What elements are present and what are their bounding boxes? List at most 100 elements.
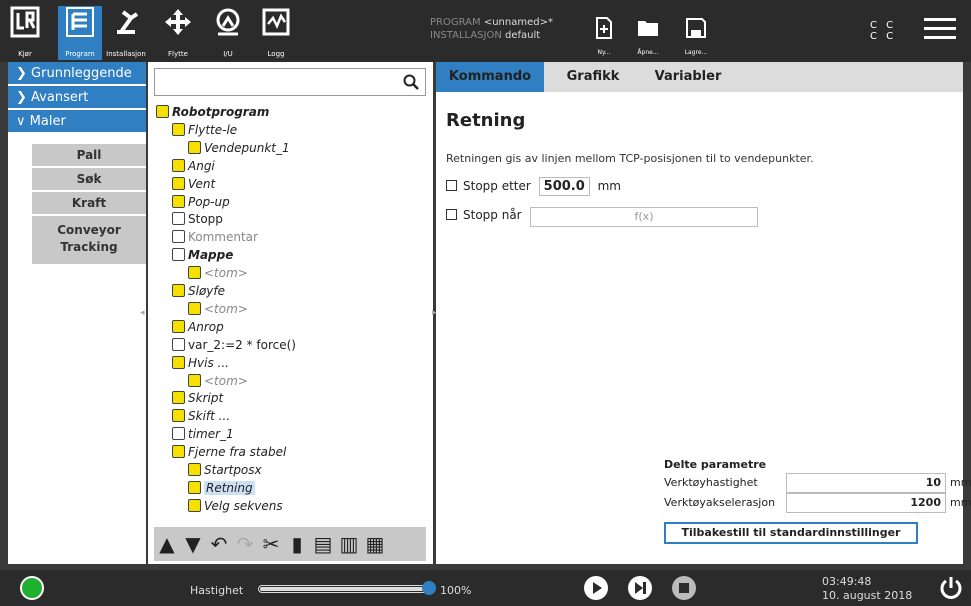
popup-icon (172, 194, 185, 208)
paste-icon[interactable]: ▤ (310, 529, 336, 559)
stop-button[interactable] (672, 576, 696, 600)
stop-after-unit: mm (597, 179, 621, 193)
open-button-label: Åpne... (637, 49, 659, 56)
stop-when-row: Stopp når (446, 208, 522, 222)
tool-speed-field[interactable]: 10 (786, 473, 946, 493)
clock-time: 03:49:48 (822, 575, 872, 588)
tree-node[interactable]: Startposx (188, 462, 262, 479)
tree-node-label: Anrop (188, 319, 224, 334)
header-bar: Kjør Program Installasjon Flytte I/U Log… (0, 0, 971, 62)
tree-node[interactable]: Pop-up (172, 194, 230, 211)
stop-when-checkbox[interactable] (446, 209, 457, 220)
new-button[interactable]: Ny... (584, 16, 624, 60)
hamburger-menu-icon[interactable] (924, 18, 956, 45)
program-node-sidebar: ❯ Grunnleggende ❯ Avansert ∨ Maler Pall … (8, 62, 146, 564)
copy-icon[interactable]: ▮ (284, 529, 310, 559)
nav-move[interactable]: Flytte (158, 6, 198, 60)
power-status-button[interactable] (20, 576, 44, 600)
tree-node[interactable]: Fjerne fra stabel (172, 444, 286, 461)
tree-node[interactable]: Sløyfe (172, 283, 225, 300)
open-button[interactable]: Åpne... (628, 16, 668, 60)
cut-icon[interactable]: ✂ (258, 529, 284, 559)
step-button[interactable] (628, 576, 652, 600)
save-button[interactable]: Lagre... (676, 16, 716, 60)
tree-node-label: Skift ... (188, 409, 231, 424)
move-up-icon[interactable]: ▲ (154, 529, 180, 559)
tree-node[interactable]: Vent (172, 176, 215, 193)
tree-node-label: <tom> (204, 266, 248, 281)
search-icon[interactable] (403, 74, 419, 90)
stop-when-label: Stopp når (463, 208, 522, 222)
move-down-icon[interactable]: ▼ (180, 529, 206, 559)
tool-acceleration-unit: mm/s² (950, 496, 971, 509)
chevron-down-icon: ∨ (16, 114, 26, 129)
assignment-icon (172, 337, 185, 351)
tab-variables[interactable]: Variabler (638, 62, 738, 92)
tree-node[interactable]: Retning (188, 480, 255, 497)
loop-icon (172, 284, 185, 297)
open-folder-icon (638, 21, 658, 36)
tree-node[interactable]: <tom> (188, 373, 248, 390)
tree-node[interactable]: Kommentar (172, 229, 258, 246)
template-conveyor-tracking[interactable]: Conveyor Tracking (32, 216, 146, 264)
category-basic[interactable]: ❯ Grunnleggende (8, 62, 146, 86)
template-force[interactable]: Kraft (32, 192, 146, 214)
tree-node[interactable]: Anrop (172, 319, 224, 336)
nav-installation[interactable]: Installasjon (104, 6, 148, 60)
tree-node[interactable]: Hvis ... (172, 355, 229, 372)
empty-icon (188, 266, 201, 280)
tree-node[interactable]: Skift ... (172, 408, 230, 425)
suppress-icon[interactable]: ▦ (362, 529, 388, 559)
tree-node-label: Angi (188, 158, 215, 173)
tree-node[interactable]: timer_1 (172, 426, 234, 443)
tree-node[interactable]: Mappe (172, 247, 233, 264)
tree-node-label: Flytte-le (188, 122, 238, 137)
redo-icon[interactable]: ↷ (232, 529, 258, 559)
speed-slider-knob[interactable] (422, 581, 436, 595)
tree-node[interactable]: Velg sekvens (188, 498, 283, 515)
category-templates[interactable]: ∨ Maler (8, 110, 146, 134)
tree-node[interactable]: <tom> (188, 301, 248, 318)
tree-node[interactable]: var_2:=2 * force() (172, 337, 296, 354)
template-search[interactable]: Søk (32, 168, 146, 190)
tree-node[interactable]: Flytte-le (172, 122, 237, 139)
tree-node-label: Retning (204, 480, 255, 495)
tree-node-label: Pop-up (188, 194, 230, 209)
tree-node[interactable]: Vendepunkt_1 (188, 140, 290, 157)
move-icon (165, 9, 191, 35)
nav-io[interactable]: I/U (208, 6, 248, 60)
tree-search-input[interactable] (154, 68, 426, 96)
tree-node[interactable]: Angi (172, 158, 215, 175)
speed-slider[interactable] (258, 585, 430, 593)
nav-log[interactable]: Logg (256, 6, 296, 60)
delete-icon[interactable]: ▥ (336, 529, 362, 559)
set-icon (172, 158, 185, 172)
speed-label: Hastighet (190, 584, 244, 597)
save-icon (686, 18, 706, 38)
category-advanced[interactable]: ❯ Avansert (8, 86, 146, 110)
tree-node[interactable]: <tom> (188, 265, 248, 282)
tool-speed-unit: mm/s (950, 476, 971, 489)
tree-node[interactable]: Robotprogram (156, 104, 269, 121)
script-icon (172, 391, 185, 405)
tree-node[interactable]: Stopp (172, 211, 223, 228)
tree-node-label: Startposx (204, 463, 262, 477)
stop-when-expression-field[interactable]: f(x) (530, 207, 758, 227)
nav-run[interactable]: Kjør (6, 6, 44, 60)
tab-command[interactable]: Kommando (436, 62, 544, 92)
chevron-right-icon: ❯ (16, 90, 27, 105)
tab-graphics[interactable]: Grafikk (548, 62, 638, 92)
template-pallet[interactable]: Pall (32, 144, 146, 166)
stop-after-checkbox[interactable] (446, 180, 457, 191)
play-button[interactable] (584, 576, 608, 600)
undo-icon[interactable]: ↶ (206, 529, 232, 559)
power-off-icon[interactable] (938, 575, 964, 601)
collapse-left-handle[interactable]: ◂ (140, 308, 145, 318)
tree-node[interactable]: Skript (172, 390, 223, 407)
reset-defaults-button[interactable]: Tilbakestill til standardinnstillinger (664, 522, 918, 544)
program-tree-icon (66, 7, 94, 37)
stop-after-distance-field[interactable]: 500.0 (538, 177, 590, 196)
hourglass-icon (172, 176, 185, 190)
nav-program[interactable]: Program (58, 6, 102, 60)
tool-acceleration-field[interactable]: 1200 (786, 493, 946, 513)
